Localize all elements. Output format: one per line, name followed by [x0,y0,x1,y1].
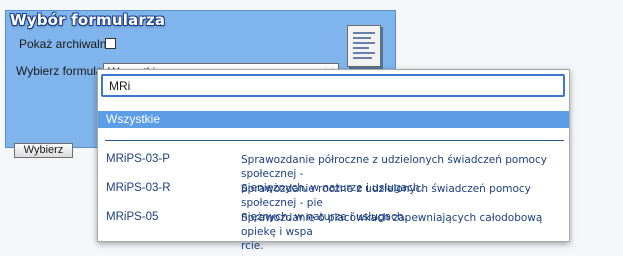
form-description: Sprawozdanie o placówkach zapewniających… [241,211,563,253]
list-item[interactable]: MRiPS-05 Sprawozdanie o placówkach zapew… [98,211,569,252]
search-input-value: MRi [109,79,131,93]
form-description-line: Sprawozdanie roczne z udzielonych świadc… [241,183,531,209]
list-item[interactable]: MRiPS-03-P Sprawozdanie półroczne z udzi… [98,153,569,194]
archived-label: Pokaż archiwalne: [19,37,117,51]
list-item[interactable]: MRiPS-03-R Sprawozdanie roczne z udzielo… [98,182,569,223]
panel-title: Wybór formularza [10,11,166,29]
form-description-line: Sprawozdanie półroczne z udzielonych świ… [241,154,547,180]
archived-checkbox[interactable] [105,38,116,49]
dropdown-option-all[interactable]: Wszystkie [98,111,569,128]
form-document-icon [347,25,381,67]
form-dropdown-list: MRi Wszystkie MRiPS-03-P Sprawozdanie pó… [97,69,570,252]
search-input[interactable]: MRi [101,74,565,97]
dropdown-separator [105,140,564,141]
dropdown-option-all-label: Wszystkie [106,112,160,126]
choose-button[interactable]: Wybierz [14,143,73,158]
form-code: MRiPS-05 [106,211,159,223]
form-description-line: Sprawozdanie o placówkach zapewniających… [241,212,543,238]
form-code: MRiPS-03-P [106,153,170,165]
form-description-line: rcie. [241,240,264,252]
form-code: MRiPS-03-R [106,182,171,194]
